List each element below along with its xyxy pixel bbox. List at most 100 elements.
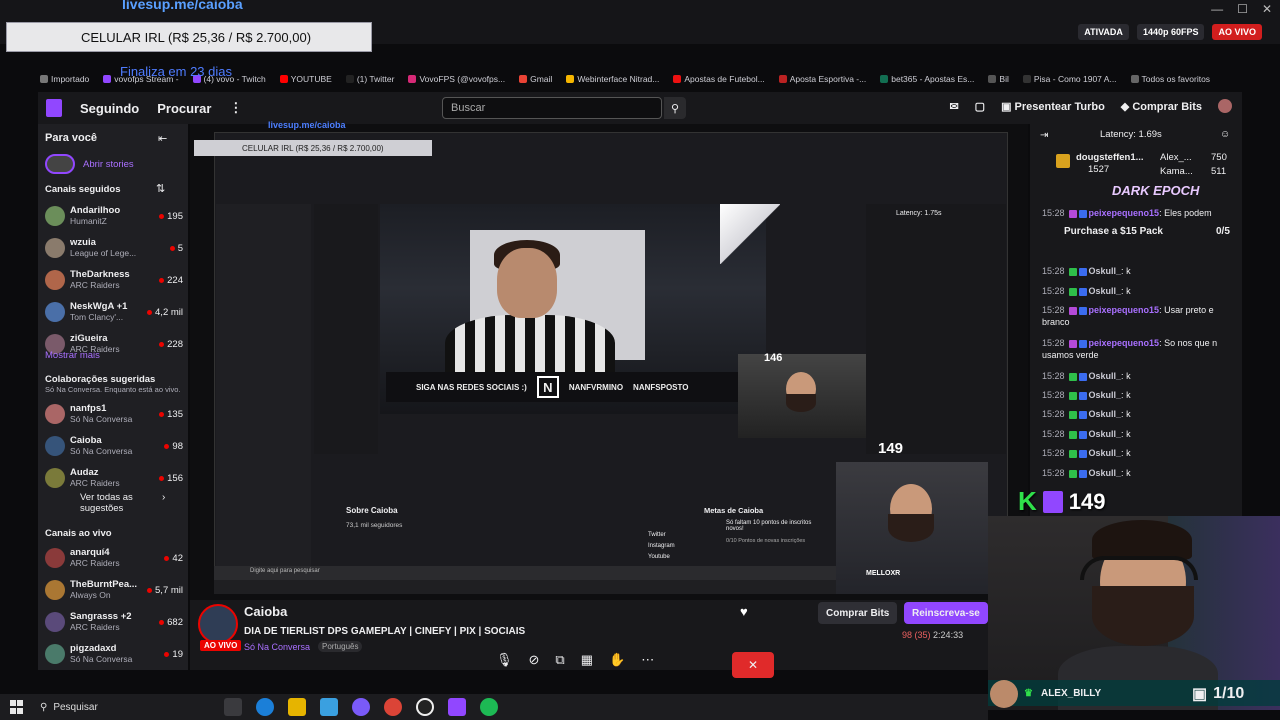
- inbox-icon[interactable]: ▢: [975, 100, 985, 113]
- chat-message[interactable]: 15:28 Oskull_: k: [1042, 285, 1237, 297]
- chat-username[interactable]: peixepequeno15: [1089, 305, 1160, 315]
- camera-off-icon[interactable]: ⊘: [529, 652, 540, 668]
- language-tag[interactable]: Português: [318, 641, 363, 652]
- nested-youtube: Youtube: [648, 554, 670, 560]
- sidebar-channel[interactable]: wzuia League of Lege... 5: [45, 232, 183, 264]
- users-icon[interactable]: ☺: [1220, 129, 1230, 140]
- more-options-icon[interactable]: ⋯: [641, 652, 654, 668]
- chat-message[interactable]: 15:28 Oskull_: k: [1042, 370, 1237, 382]
- task-view-icon[interactable]: [224, 698, 242, 716]
- windows-start-icon[interactable]: [10, 700, 24, 714]
- chevron-right-icon[interactable]: ›: [162, 492, 165, 503]
- store-icon[interactable]: [320, 698, 338, 716]
- chat-message[interactable]: 15:28 peixepequeno15: Eles podem: [1042, 207, 1237, 219]
- nested-sobre: Sobre Caioba: [346, 506, 398, 515]
- reactions-icon[interactable]: ✋: [609, 652, 625, 668]
- chat-message[interactable]: 15:28 Oskull_: k: [1042, 408, 1237, 420]
- app-icon[interactable]: [352, 698, 370, 716]
- chat-message[interactable]: 15:28 peixepequeno15: So nos que n usamos…: [1042, 337, 1237, 361]
- canais-seguidos-heading: Canais seguidos: [45, 184, 121, 195]
- chat-username[interactable]: Oskull_: [1089, 468, 1122, 478]
- chat-badge-icon: [1068, 339, 1077, 348]
- bookmark-item[interactable]: Gmail: [519, 74, 552, 84]
- apps-icon[interactable]: ▦: [581, 652, 593, 668]
- sidebar-channel[interactable]: pigzadaxd Só Na Conversa 19: [45, 638, 183, 670]
- bookmark-item[interactable]: bet365 - Apostas Es...: [880, 74, 974, 84]
- more-icon[interactable]: ⋮: [229, 100, 242, 116]
- share-screen-icon[interactable]: ⧉: [555, 652, 564, 668]
- channel-avatar[interactable]: [198, 604, 238, 644]
- bookmark-item[interactable]: Apostas de Futebol...: [673, 74, 765, 84]
- chat-username[interactable]: Oskull_: [1089, 266, 1122, 276]
- search-icon[interactable]: ⚲: [664, 97, 686, 119]
- collapse-chat-icon[interactable]: ⇥: [1040, 130, 1048, 141]
- abrir-stories-link[interactable]: Abrir stories: [83, 159, 134, 170]
- sidebar-channel[interactable]: Audaz ARC Raiders 156: [45, 462, 183, 494]
- bookmark-item[interactable]: Todos os favoritos: [1130, 74, 1210, 84]
- chat-username[interactable]: peixepequeno15: [1089, 338, 1160, 348]
- edge-icon[interactable]: [256, 698, 274, 716]
- bookmark-item[interactable]: Importado: [40, 74, 89, 84]
- taskbar-search[interactable]: ⚲ Pesquisar: [40, 697, 210, 717]
- chat-message[interactable]: 15:28 Oskull_: k: [1042, 447, 1237, 459]
- close-icon[interactable]: ✕: [1262, 2, 1272, 16]
- minimize-icon[interactable]: —: [1211, 2, 1223, 16]
- user-avatar[interactable]: [1218, 99, 1232, 113]
- chat-username[interactable]: Oskull_: [1089, 448, 1122, 458]
- channel-name[interactable]: Caioba: [244, 604, 287, 619]
- chrome-icon[interactable]: [384, 698, 402, 716]
- bookmark-item[interactable]: Pisa - Como 1907 A...: [1022, 74, 1117, 84]
- end-call-button[interactable]: ✕: [732, 652, 774, 678]
- maximize-icon[interactable]: ☐: [1237, 2, 1248, 16]
- nav-seguindo[interactable]: Seguindo: [80, 101, 139, 116]
- comprar-bits-button[interactable]: Comprar Bits: [818, 602, 898, 624]
- folder-icon[interactable]: [288, 698, 306, 716]
- streamlabs-icon[interactable]: [448, 698, 466, 716]
- stream-category[interactable]: Só Na Conversa: [244, 642, 310, 652]
- chat-message[interactable]: 15:28 Oskull_: k: [1042, 265, 1237, 277]
- sort-icon[interactable]: ⇅: [156, 182, 165, 195]
- chat-username[interactable]: Oskull_: [1089, 390, 1122, 400]
- collapse-sidebar-icon[interactable]: ⇤: [158, 132, 167, 145]
- sidebar-channel[interactable]: NeskWgA +1 Tom Clancy'... 4,2 mil: [45, 296, 183, 328]
- mic-icon[interactable]: 🎙: [496, 652, 513, 668]
- sidebar-channel[interactable]: TheDarkness ARC Raiders 224: [45, 264, 183, 296]
- bookmark-item[interactable]: VovoFPS (@vovofps...: [408, 74, 505, 84]
- chat-username[interactable]: Oskull_: [1089, 286, 1122, 296]
- bits-button[interactable]: ◆ Comprar Bits: [1121, 100, 1202, 113]
- bookmark-item[interactable]: YOUTUBE: [279, 74, 332, 84]
- sidebar-channel[interactable]: Caioba Só Na Conversa 98: [45, 430, 183, 462]
- sidebar-channel[interactable]: anarquí4 ARC Raiders 42: [45, 542, 183, 574]
- bookmark-item[interactable]: (1) Twitter: [345, 74, 394, 84]
- twitch-logo-icon[interactable]: [46, 99, 62, 117]
- spotify-icon[interactable]: [480, 698, 498, 716]
- bookmark-item[interactable]: Aposta Esportiva -...: [778, 74, 866, 84]
- ver-todas-link[interactable]: Ver todas as sugestões: [80, 492, 160, 514]
- sidebar-channel[interactable]: nanfps1 Só Na Conversa 135: [45, 398, 183, 430]
- sidebar-channel[interactable]: TheBurntPea... Always On 5,7 mil: [45, 574, 183, 606]
- stories-icon[interactable]: [45, 154, 75, 174]
- channel-name: TheDarkness: [70, 269, 130, 280]
- chat-username[interactable]: peixepequeno15: [1089, 208, 1160, 218]
- bookmark-item[interactable]: Bil: [988, 74, 1009, 84]
- bookmark-item[interactable]: Webinterface Nitrad...: [566, 74, 659, 84]
- twitch-viewer-icon: [1042, 490, 1063, 513]
- sidebar-channel[interactable]: Andarilhoo HumanitZ 195: [45, 200, 183, 232]
- notifications-icon[interactable]: ✉: [949, 100, 958, 113]
- turbo-button[interactable]: ▣ Presentear Turbo: [1001, 100, 1105, 113]
- follow-heart-icon[interactable]: ♥: [740, 604, 748, 619]
- nav-procurar[interactable]: Procurar: [157, 101, 211, 116]
- chat-message[interactable]: 15:28 peixepequeno15: Usar preto e branco: [1042, 304, 1237, 328]
- chat-username[interactable]: Oskull_: [1089, 409, 1122, 419]
- search-input[interactable]: Buscar: [442, 97, 662, 119]
- chat-message[interactable]: 15:28 Oskull_: k: [1042, 428, 1237, 440]
- reinscreva-button[interactable]: Reinscreva-se: [904, 602, 988, 624]
- chat-username[interactable]: Oskull_: [1089, 429, 1122, 439]
- chat-message[interactable]: 15:28 Oskull_: k: [1042, 389, 1237, 401]
- obs-icon[interactable]: [416, 698, 434, 716]
- chat-message[interactable]: 15:28 Oskull_: k: [1042, 467, 1237, 479]
- sidebar-channel[interactable]: Sangrasss +2 ARC Raiders 682: [45, 606, 183, 638]
- window-controls[interactable]: — ☐ ✕: [1211, 2, 1272, 16]
- chat-username[interactable]: Oskull_: [1089, 371, 1122, 381]
- mostrar-mais-link[interactable]: Mostrar mais: [45, 350, 100, 361]
